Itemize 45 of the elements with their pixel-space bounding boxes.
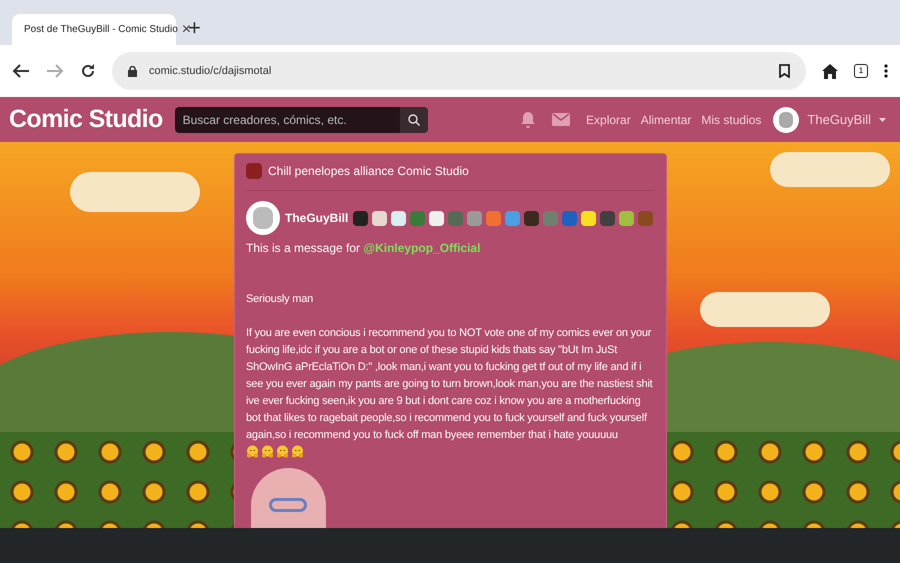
hugging-face-icon: [276, 445, 289, 458]
message-text: This is a message for: [246, 241, 360, 255]
nav-link[interactable]: Alimentar: [640, 110, 692, 128]
tab-title: Post de TheGuyBill - Comic Studio: [24, 23, 178, 37]
forward-icon[interactable]: [46, 63, 64, 79]
lock-icon: [128, 66, 137, 76]
hugging-face-icon: [291, 445, 304, 458]
menu-icon[interactable]: [884, 64, 888, 78]
reload-icon[interactable]: [80, 63, 96, 79]
address-bar[interactable]: comic.studio/c/dajismotal: [112, 52, 806, 90]
tab-count-button[interactable]: 1: [854, 64, 868, 78]
bell-icon[interactable]: [520, 111, 536, 128]
hugging-face-icon: [261, 445, 274, 458]
caret-icon: [879, 118, 886, 122]
author-name[interactable]: TheGuyBill: [285, 209, 348, 227]
badge-icon[interactable]: [600, 210, 616, 226]
badge-icon[interactable]: [467, 210, 482, 226]
badge-icon[interactable]: [581, 210, 596, 226]
search-button[interactable]: [400, 106, 428, 132]
message-text: If you are even concious i recommend you to NOT vote one of my comics ever on your fucking life,idc if you are a bot or one of these stupid kids thats say "bUt Im JuSt ShOwInG aPrEclaTiOn D:" ,look man,i want you to fucking get tf out of my life and if i see you ever again my pants are going to turn brown,look man,you are the nastiest shit ive ever fucking seen,ik you are 9 but i dont care coz i know you are a motherfucking bot that likes to ragebait people,so i recommend you to fuck yourself and fuck yourself again,so i recommend you to fuck off man byeee remember that i hate youuuuu: [246, 327, 653, 441]
url-text: comic.studio/c/dajismotal: [149, 64, 272, 79]
search-icon: [408, 114, 420, 126]
badge-icon[interactable]: [353, 210, 368, 226]
avatar-icon: [773, 106, 800, 132]
site-logo[interactable]: Comic Studio: [9, 100, 163, 138]
hugging-face-icon: [246, 445, 259, 458]
badge-icon[interactable]: [429, 210, 444, 226]
badge-icon[interactable]: [524, 210, 540, 226]
author-avatar[interactable]: [246, 201, 280, 235]
badge-icon[interactable]: [505, 210, 520, 226]
search-field[interactable]: Buscar creadores, cómics, etc.: [174, 106, 400, 132]
user-menu[interactable]: TheGuyBill: [773, 106, 886, 132]
home-icon[interactable]: [822, 64, 838, 78]
badge-icon[interactable]: [391, 210, 406, 226]
mention-link[interactable]: @Kinleypop_Official: [363, 241, 480, 255]
studio-icon: [246, 163, 262, 179]
back-icon[interactable]: [12, 63, 30, 79]
studio-link[interactable]: Chill penelopes alliance Comic Studio: [268, 162, 469, 180]
bookmark-icon[interactable]: [779, 64, 790, 78]
badge-icon[interactable]: [619, 210, 634, 226]
badge-icon[interactable]: [372, 210, 388, 226]
message-text: Seriously man: [246, 292, 314, 307]
nav-link[interactable]: Explorar: [586, 110, 631, 128]
nav-link[interactable]: Mis studios: [701, 110, 762, 128]
mail-icon[interactable]: [552, 113, 570, 126]
